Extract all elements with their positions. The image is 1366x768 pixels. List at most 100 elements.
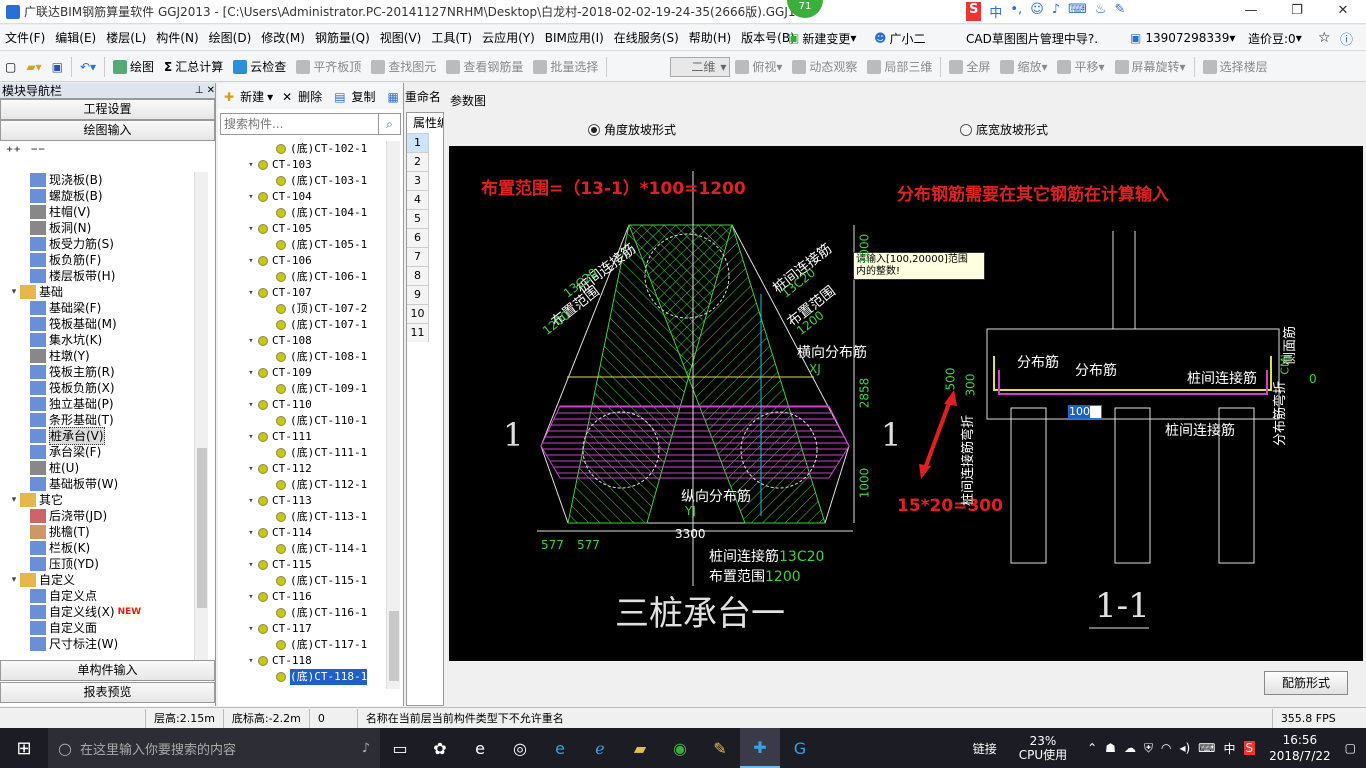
price-bean[interactable]: 造价豆:0 ▾ <box>1248 25 1302 51</box>
star-icon[interactable]: ☆ <box>1318 25 1331 51</box>
menu-edit[interactable]: 编辑(E) <box>50 29 101 46</box>
rename-component-button[interactable]: ▦ 重命名 <box>382 88 447 105</box>
nav-tree-item[interactable]: 基础梁(F) <box>0 300 208 316</box>
notes-app-icon[interactable]: ✎ <box>700 728 740 768</box>
component-item[interactable]: (顶)CT-107-2 <box>218 301 388 317</box>
expand-chevron-icon[interactable]: ▾ <box>244 429 258 445</box>
tray-clock[interactable]: 16:56 2018/7/22 <box>1269 732 1331 764</box>
copy-component-button[interactable]: ▤ 复制 <box>328 88 381 105</box>
width-slope-radio[interactable]: 底宽放坡形式 <box>960 121 1048 138</box>
collapse-all-icon[interactable]: ⁻⁻ <box>31 144 46 160</box>
glodon-app-icon[interactable]: ✚ <box>740 728 780 768</box>
windows-start-icon[interactable]: ⊞ <box>0 728 48 768</box>
property-row-number[interactable]: 1 <box>407 133 429 152</box>
summary-calc-button[interactable]: Σ 汇总计算 <box>159 54 228 80</box>
component-item[interactable]: (底)CT-116-1 <box>218 605 388 621</box>
report-preview-button[interactable]: 报表预览 <box>0 682 215 703</box>
dynamic-view-button[interactable]: 动态观察 <box>787 54 862 80</box>
nav-tree-item[interactable]: 筏板负筋(X) <box>0 380 208 396</box>
component-group[interactable]: ▾ CT-104 <box>218 189 388 205</box>
assistant-menu[interactable]: ☻ 广小二 <box>874 25 926 51</box>
batch-select-button[interactable]: 批量选择 <box>528 54 603 80</box>
nav-tree-item[interactable]: 条形基础(T) <box>0 412 208 428</box>
property-row-number[interactable]: 7 <box>407 247 429 266</box>
menu-online[interactable]: 在线服务(S) <box>609 29 684 46</box>
menu-rebar-qty[interactable]: 钢筋量(Q) <box>310 29 375 46</box>
nav-tree-item[interactable]: 自定义线(X) NEW <box>0 604 208 620</box>
search-icon[interactable]: ⌕ <box>378 114 400 134</box>
flush-top-button[interactable]: 平齐板顶 <box>291 54 366 80</box>
nav-tree-item[interactable]: ▾ 自定义 <box>0 572 208 588</box>
property-row-number[interactable]: 8 <box>407 266 429 285</box>
component-item[interactable]: (底)CT-118-1 <box>218 669 388 685</box>
ie-browser-icon[interactable]: ℯ <box>580 728 620 768</box>
minimize-button[interactable]: — <box>1228 0 1274 24</box>
property-row-number[interactable]: 10 <box>407 304 429 323</box>
expand-chevron-icon[interactable]: ▾ <box>244 397 258 413</box>
component-item[interactable]: (底)CT-108-1 <box>218 349 388 365</box>
rotate-screen-button[interactable]: 屏幕旋转 ▾ <box>1110 54 1191 80</box>
component-group[interactable]: ▾ CT-111 <box>218 429 388 445</box>
component-item[interactable]: (底)CT-106-1 <box>218 269 388 285</box>
component-scrollbar[interactable] <box>386 141 400 689</box>
nav-tree-item[interactable]: 尺寸标注(W) <box>0 636 208 652</box>
tray-shield-icon[interactable]: ⛨ <box>1144 741 1153 756</box>
nav-tree-item[interactable]: 栏板(K) <box>0 540 208 556</box>
angle-slope-radio[interactable]: 角度放坡形式 <box>588 121 676 138</box>
property-row-number[interactable]: 9 <box>407 285 429 304</box>
ime-chinese-icon[interactable]: 中 <box>989 2 1002 21</box>
nav-tree-item[interactable]: 基础板带(W) <box>0 476 208 492</box>
nav-tree-item[interactable]: 筏板基础(M) <box>0 316 208 332</box>
pan-button[interactable]: 平移 ▾ <box>1052 54 1109 80</box>
expand-chevron-icon[interactable]: ▾ <box>244 589 258 605</box>
nav-tree-item[interactable]: 筏板主筋(R) <box>0 364 208 380</box>
tray-volume-icon[interactable]: ◂) <box>1179 741 1190 755</box>
zoom-button[interactable]: 缩放 ▾ <box>995 54 1052 80</box>
param-drawing-canvas[interactable]: 布置范围=（13-1）*100=1200 分布钢筋需要在其它钢筋在计算输入 15… <box>449 146 1363 661</box>
help-circle-icon[interactable]: ⓘ <box>1340 25 1353 51</box>
menu-modify[interactable]: 修改(M) <box>256 29 310 46</box>
edge-new-icon[interactable]: e <box>540 728 580 768</box>
component-group[interactable]: ▾ CT-106 <box>218 253 388 269</box>
emoji-icon[interactable]: ☺ <box>1030 2 1044 21</box>
component-group[interactable]: ▾ CT-103 <box>218 157 388 173</box>
mic-icon[interactable]: ♪ <box>1052 2 1060 21</box>
component-search-input[interactable] <box>221 114 378 134</box>
expand-chevron-icon[interactable]: ▾ <box>8 572 20 588</box>
fullscreen-button[interactable]: 全屏 <box>944 54 995 80</box>
menu-file[interactable]: 文件(F) <box>0 29 50 46</box>
file-explorer-icon[interactable]: ▰ <box>620 728 660 768</box>
tray-cloud-icon[interactable]: ☁ <box>1124 741 1136 755</box>
component-item[interactable]: (底)CT-115-1 <box>218 573 388 589</box>
single-component-button[interactable]: 单构件输入 <box>0 660 215 681</box>
expand-chevron-icon[interactable]: ▾ <box>244 653 258 669</box>
property-row-number[interactable]: 11 <box>407 323 429 342</box>
task-view-icon[interactable]: ▭ <box>380 728 420 768</box>
component-item[interactable]: (底)CT-114-1 <box>218 541 388 557</box>
component-item[interactable]: (底)CT-107-1 <box>218 317 388 333</box>
component-group[interactable]: ▾ CT-107 <box>218 285 388 301</box>
edge-browser-icon[interactable]: e <box>460 728 500 768</box>
nav-tree-item[interactable]: 板负筋(F) <box>0 252 208 268</box>
nav-tree-item[interactable]: 集水坑(K) <box>0 332 208 348</box>
menu-help[interactable]: 帮助(H) <box>684 29 736 46</box>
nav-tree-item[interactable]: ▾ 基础 <box>0 284 208 300</box>
property-row-number[interactable]: 2 <box>407 152 429 171</box>
pin-close-icon[interactable]: ⊥ ✕ <box>195 83 215 98</box>
menu-component[interactable]: 构件(N) <box>151 29 203 46</box>
new-file-icon[interactable]: ▢ <box>0 54 21 80</box>
find-element-button[interactable]: 查找图元 <box>366 54 441 80</box>
component-item[interactable]: (底)CT-102-1 <box>218 141 388 157</box>
wrench-icon[interactable]: ✎ <box>1114 2 1125 21</box>
nav-tree-item[interactable]: 自定义点 <box>0 588 208 604</box>
nav-tree-item[interactable]: 柱帽(V) <box>0 204 208 220</box>
new-component-button[interactable]: ✚ 新建 ▾ <box>218 88 276 105</box>
spiral-app-icon[interactable]: ◎ <box>500 728 540 768</box>
component-group[interactable]: ▾ CT-116 <box>218 589 388 605</box>
project-settings-button[interactable]: 工程设置 <box>0 99 215 120</box>
nav-tree-item[interactable]: 柱墩(Y) <box>0 348 208 364</box>
menu-bim[interactable]: BIM应用(I) <box>540 29 609 46</box>
sogou-icon[interactable]: S <box>966 2 982 21</box>
menu-floor[interactable]: 楼层(L) <box>101 29 151 46</box>
nav-tree-item[interactable]: 板受力筋(S) <box>0 236 208 252</box>
